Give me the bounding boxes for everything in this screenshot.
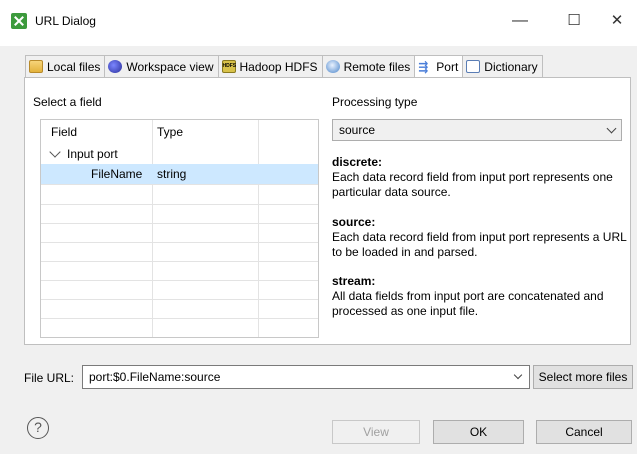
tab-local-files[interactable]: Local files bbox=[25, 55, 106, 77]
processing-type-label: Processing type bbox=[332, 95, 418, 109]
row-divider bbox=[41, 184, 318, 185]
chevron-down-icon[interactable] bbox=[513, 370, 523, 380]
description-stream: stream: All data fields from input port … bbox=[332, 274, 627, 319]
description-text: Each data record field from input port r… bbox=[332, 230, 627, 259]
view-button[interactable]: View bbox=[332, 420, 420, 444]
tab-label: Local files bbox=[47, 59, 101, 74]
url-dialog-icon bbox=[11, 13, 27, 29]
tab-label: Port bbox=[436, 60, 459, 74]
chevron-down-icon bbox=[606, 123, 617, 134]
column-divider bbox=[152, 120, 153, 337]
tree-node-input-port[interactable]: Input port bbox=[49, 146, 118, 161]
tree-node-label: Input port bbox=[67, 147, 118, 161]
tab-workspace-view[interactable]: Workspace view bbox=[104, 55, 219, 77]
workspace-icon bbox=[108, 60, 123, 73]
description-title: discrete: bbox=[332, 155, 383, 169]
tab-port[interactable]: ⇶ Port bbox=[414, 55, 464, 78]
description-title: stream: bbox=[332, 274, 376, 288]
ok-button[interactable]: OK bbox=[433, 420, 524, 444]
description-source: source: Each data record field from inpu… bbox=[332, 215, 627, 260]
tab-label: Remote files bbox=[343, 59, 411, 74]
dictionary-icon bbox=[466, 60, 481, 73]
tab-dictionary[interactable]: Dictionary bbox=[462, 55, 543, 77]
processing-type-value: source bbox=[339, 123, 376, 137]
description-text: Each data record field from input port r… bbox=[332, 170, 613, 199]
table-row[interactable]: FileName string bbox=[41, 164, 318, 184]
field-type-cell: string bbox=[157, 167, 187, 181]
row-divider bbox=[41, 223, 318, 224]
description-title: source: bbox=[332, 215, 376, 229]
chevron-down-icon bbox=[49, 146, 61, 158]
close-button[interactable]: ✕ bbox=[603, 10, 631, 32]
folder-icon bbox=[29, 60, 43, 73]
cancel-button[interactable]: Cancel bbox=[536, 420, 632, 444]
column-header-field: Field bbox=[51, 125, 78, 139]
row-divider bbox=[41, 318, 318, 319]
processing-type-select[interactable]: source bbox=[332, 119, 622, 141]
file-url-combo[interactable]: port:$0.FileName:source bbox=[82, 365, 530, 389]
hdfs-icon: HDFS bbox=[221, 60, 236, 73]
row-divider bbox=[41, 261, 318, 262]
select-field-label: Select a field bbox=[33, 95, 102, 109]
field-name-cell: FileName bbox=[91, 167, 143, 181]
column-divider bbox=[258, 120, 259, 337]
select-more-files-button[interactable]: Select more files bbox=[533, 365, 633, 389]
title-bar: URL Dialog — ☐ ✕ bbox=[0, 0, 637, 46]
column-header-type: Type bbox=[157, 125, 184, 139]
row-divider bbox=[41, 242, 318, 243]
tab-label: Hadoop HDFS bbox=[239, 59, 318, 74]
remote-icon bbox=[325, 60, 340, 73]
row-divider bbox=[41, 280, 318, 281]
row-divider bbox=[41, 299, 318, 300]
help-icon[interactable]: ? bbox=[27, 417, 49, 439]
tab-label: Dictionary bbox=[484, 59, 538, 74]
tab-hadoop-hdfs[interactable]: HDFS Hadoop HDFS bbox=[217, 55, 323, 77]
row-divider bbox=[41, 204, 318, 205]
file-url-label: File URL: bbox=[24, 371, 75, 385]
description-text: All data fields from input port are conc… bbox=[332, 289, 604, 318]
minimize-button[interactable]: — bbox=[506, 10, 534, 32]
description-discrete: discrete: Each data record field from in… bbox=[332, 155, 627, 200]
window-title: URL Dialog bbox=[35, 14, 96, 28]
file-url-value: port:$0.FileName:source bbox=[89, 370, 221, 384]
port-icon: ⇶ bbox=[418, 59, 429, 74]
field-tree-table[interactable]: Field Type Input port FileName string bbox=[40, 119, 319, 338]
source-tabs: Local files Workspace view HDFS Hadoop H… bbox=[25, 55, 543, 78]
tab-label: Workspace view bbox=[126, 59, 214, 74]
maximize-button[interactable]: ☐ bbox=[560, 10, 588, 32]
tab-remote-files[interactable]: Remote files bbox=[321, 55, 416, 77]
